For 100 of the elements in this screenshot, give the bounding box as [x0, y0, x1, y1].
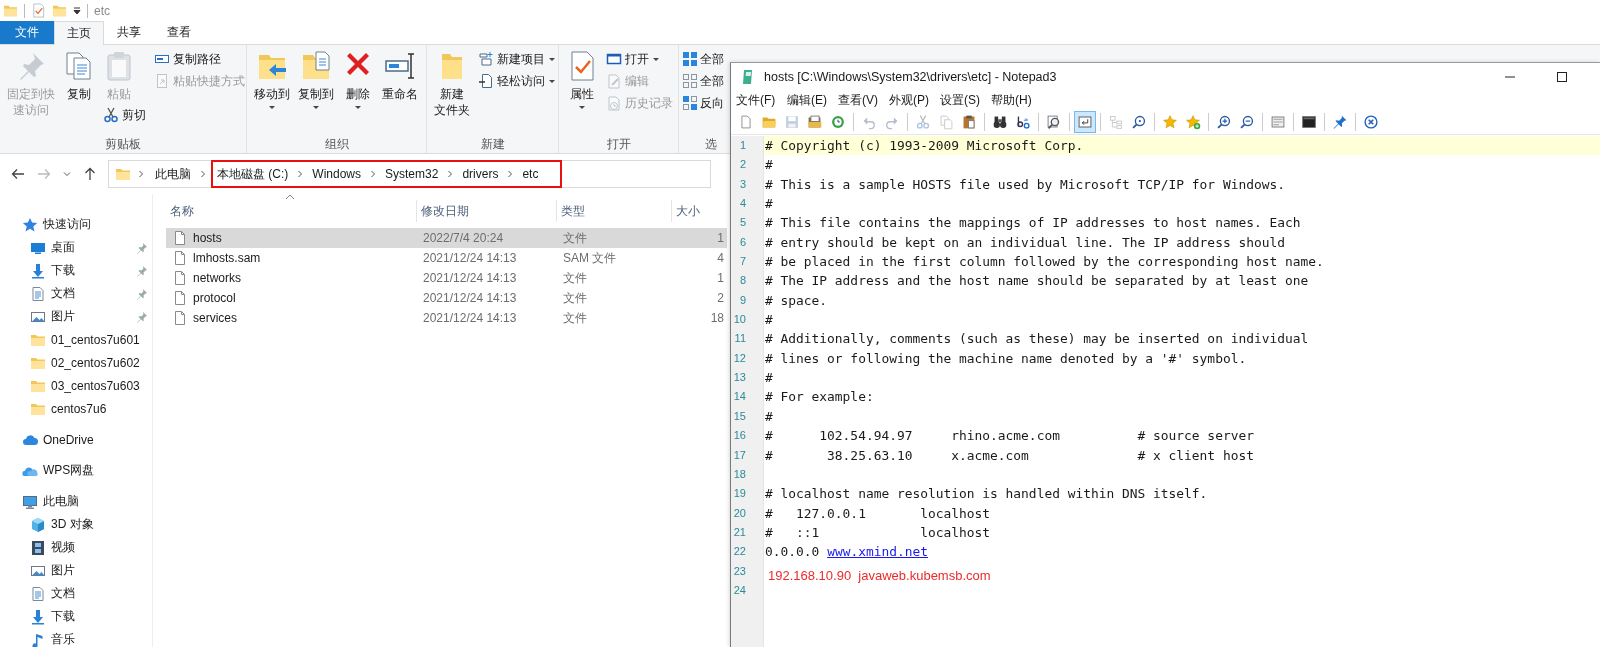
ribbon-button[interactable]: 打开 — [603, 48, 663, 70]
word-wrap-icon[interactable] — [1074, 111, 1096, 133]
sidebar-item[interactable]: 桌面 — [0, 236, 152, 259]
menu-item[interactable]: 查看(V) — [838, 91, 889, 109]
ribbon-button[interactable]: 全部 — [681, 70, 724, 92]
ribbon-button[interactable]: 复制到 — [295, 48, 337, 112]
breadcrumb[interactable]: drivers — [458, 160, 519, 188]
menu-item[interactable]: 帮助(H) — [991, 91, 1042, 109]
sidebar-item[interactable]: WPS网盘 — [0, 459, 152, 482]
sidebar-item[interactable]: 快速访问 — [0, 213, 152, 236]
file-row[interactable]: services 2021/12/24 14:13 文件 18 — [166, 308, 727, 328]
column-header[interactable]: 类型 — [557, 200, 672, 222]
file-row[interactable]: protocol 2021/12/24 14:13 文件 2 — [166, 288, 727, 308]
checkmark-document-icon[interactable] — [31, 3, 46, 18]
date-cell-text: 2021/12/24 14:13 — [422, 311, 518, 325]
line-number: 1 — [738, 138, 747, 153]
caret-icon[interactable] — [73, 6, 81, 15]
breadcrumb[interactable]: 本地磁盘 (C:) — [211, 160, 309, 188]
sidebar-item[interactable]: 图片 — [0, 305, 152, 328]
file-icon — [172, 250, 188, 266]
code-line: # 102.54.94.97 rhino.acme.com # source server — [765, 427, 1254, 446]
ribbon-button[interactable]: 移动到 — [251, 48, 293, 112]
date-cell-text: 2021/12/24 14:13 — [422, 251, 518, 265]
ribbon-tab[interactable]: 查看 — [154, 21, 204, 44]
folder-icon — [3, 3, 18, 18]
sidebar-item[interactable]: 此电脑 — [0, 490, 152, 513]
ribbon-button[interactable]: 反向 — [681, 92, 724, 114]
sidebar-item[interactable]: 3D 对象 — [0, 513, 152, 536]
ribbon-button[interactable]: 轻松访问 — [475, 70, 559, 92]
line-number: 21 — [732, 524, 747, 540]
copy-folder-icon — [300, 50, 332, 82]
group-label: 组织 — [324, 136, 349, 152]
ribbon-tab[interactable]: 文件 — [0, 21, 54, 44]
caret-icon — [548, 56, 556, 62]
column-header[interactable]: 名称 — [166, 200, 417, 222]
sidebar-item[interactable]: 图片 — [0, 559, 152, 582]
size-cell-text: 18 — [709, 311, 725, 325]
code-line: # localhost name resolution is handled within DNS itself. — [765, 485, 1208, 504]
ribbon-tab[interactable]: 共享 — [104, 21, 154, 44]
chevron-down-icon[interactable] — [62, 169, 72, 179]
ribbon-button[interactable]: 全部 — [681, 48, 724, 70]
sidebar-item[interactable]: 01_centos7u601 — [0, 328, 152, 351]
breadcrumb[interactable]: Windows — [308, 160, 381, 188]
file-row[interactable]: hosts 2022/7/4 20:24 文件 1 — [166, 228, 727, 248]
back-arrow-icon[interactable] — [10, 166, 26, 182]
ribbon-button[interactable]: 新建 文件夹 — [431, 48, 473, 120]
file-row[interactable]: networks 2021/12/24 14:13 文件 1 — [166, 268, 727, 288]
sidebar-item[interactable]: 音乐 — [0, 628, 152, 647]
file-row[interactable]: lmhosts.sam 2021/12/24 14:13 SAM 文件 4 — [166, 248, 727, 268]
breadcrumb[interactable]: etc — [518, 160, 563, 188]
document-icon — [478, 73, 494, 89]
sidebar-item[interactable]: 03_centos7u603 — [0, 374, 152, 397]
chevron-icon — [199, 169, 207, 179]
menu-item[interactable]: 设置(S) — [940, 91, 991, 109]
ribbon-button[interactable]: 新建项目 — [475, 48, 559, 70]
sidebar-item[interactable]: 视频 — [0, 536, 152, 559]
ribbon-button[interactable]: 剪切 — [100, 104, 149, 126]
menu-item[interactable]: 文件(F) — [736, 91, 787, 109]
menu-item[interactable]: 编辑(E) — [787, 91, 838, 109]
breadcrumb[interactable]: 此电脑 — [151, 160, 211, 188]
ribbon-button[interactable]: 重命名 — [379, 48, 421, 104]
column-header[interactable]: 大小 — [672, 200, 727, 222]
sidebar-item[interactable]: centos7u6 — [0, 397, 152, 420]
breadcrumb[interactable]: System32 — [381, 160, 459, 188]
line-number: 7 — [738, 254, 747, 270]
caret-icon — [354, 105, 362, 110]
line-number: 15 — [732, 408, 747, 424]
line-number: 8 — [738, 273, 747, 289]
ribbon-button[interactable]: 复制路径 — [151, 48, 224, 70]
maximize-icon[interactable] — [1556, 70, 1568, 83]
download-arrow-icon — [30, 608, 46, 625]
document-icon — [30, 285, 46, 302]
forward-arrow-icon[interactable] — [36, 166, 52, 182]
sidebar-item[interactable]: 文档 — [0, 282, 152, 305]
sidebar-item[interactable]: 下载 — [0, 605, 152, 628]
code-line: # entry should be kept on an individual line. The IP address should — [765, 233, 1285, 252]
sidebar-item[interactable]: 下载 — [0, 259, 152, 282]
ribbon-button[interactable]: 属性 — [563, 48, 601, 112]
group-label: 打开 — [606, 136, 631, 152]
line-number: 19 — [732, 486, 747, 502]
history-icon — [606, 95, 622, 111]
document-icon — [30, 585, 46, 602]
up-arrow-icon[interactable] — [82, 166, 98, 182]
column-header[interactable]: 修改日期 — [417, 200, 557, 222]
url-link[interactable]: www.xmind.net — [827, 542, 929, 562]
window-icon — [606, 51, 622, 67]
address-bar[interactable]: 此电脑 本地磁盘 (C:) Windows System32 drivers etc — [108, 160, 711, 188]
menu-item[interactable]: 外观(P) — [889, 91, 940, 109]
type-cell-text: SAM 文件 — [562, 249, 618, 267]
sidebar-item[interactable]: OneDrive — [0, 428, 152, 451]
ribbon-tab[interactable]: 主页 — [54, 21, 104, 45]
chevron-icon — [369, 169, 377, 179]
line-number: 22 — [732, 544, 747, 560]
file-icon — [172, 230, 188, 246]
ribbon-button[interactable]: 删除 — [339, 48, 377, 112]
ribbon-button[interactable]: 复制 — [60, 48, 98, 104]
file-icon — [172, 310, 188, 326]
sidebar-item[interactable]: 02_centos7u602 — [0, 351, 152, 374]
new-item-icon — [478, 51, 494, 67]
sidebar-item[interactable]: 文档 — [0, 582, 152, 605]
